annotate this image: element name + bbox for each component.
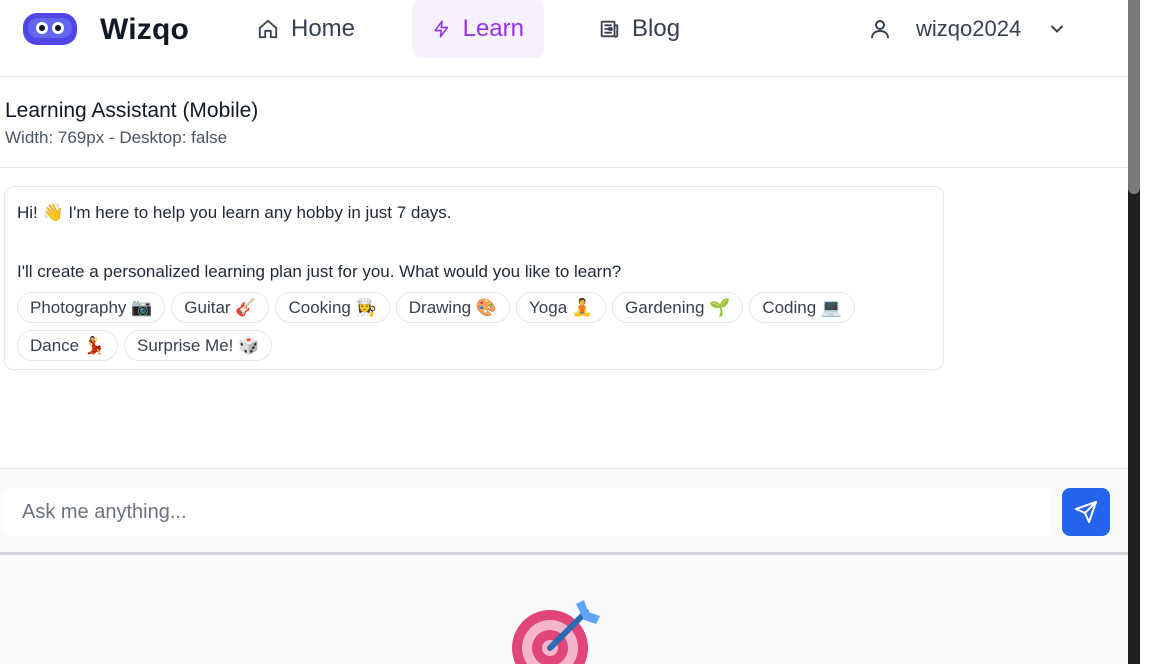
send-button[interactable] <box>1062 488 1110 536</box>
chip-drawing[interactable]: Drawing 🎨 <box>395 292 510 323</box>
scrollbar-track <box>1140 0 1151 664</box>
send-icon <box>1075 501 1097 523</box>
scrollbar-thumb[interactable] <box>1128 0 1140 194</box>
page-scrollbar[interactable] <box>1128 0 1151 664</box>
message-line: Hi! 👋 I'm here to help you learn any hob… <box>17 203 452 222</box>
target-dart-icon <box>512 600 600 664</box>
nav-learn-label: Learn <box>462 15 524 42</box>
chip-gardening[interactable]: Gardening 🌱 <box>612 292 744 323</box>
hobby-chips: Photography 📷 Guitar 🎸 Cooking 👩‍🍳 Drawi… <box>17 292 917 361</box>
robot-logo-icon[interactable] <box>22 12 78 46</box>
app-viewport: Wizqo Home Learn Blog wizqo2024 Learning… <box>0 0 1128 664</box>
chip-guitar[interactable]: Guitar 🎸 <box>171 292 270 323</box>
newspaper-icon <box>600 20 619 38</box>
nav-blog-link[interactable]: Blog <box>578 0 700 58</box>
chip-coding[interactable]: Coding 💻 <box>749 292 856 323</box>
assistant-title: Learning Assistant (Mobile) <box>5 99 259 122</box>
nav-home-link[interactable]: Home <box>237 0 375 58</box>
nav-home-label: Home <box>291 15 356 42</box>
brand-name[interactable]: Wizqo <box>100 13 189 47</box>
nav-blog-label: Blog <box>632 15 681 42</box>
user-icon <box>871 20 889 39</box>
below-content <box>0 558 1128 664</box>
user-menu[interactable]: wizqo2024 <box>868 0 1067 58</box>
username-label: wizqo2024 <box>916 16 1022 41</box>
chat-input-bar <box>0 469 1128 555</box>
chip-yoga[interactable]: Yoga 🧘 <box>516 292 607 323</box>
chip-photography[interactable]: Photography 📷 <box>17 292 166 323</box>
nav-learn-link[interactable]: Learn <box>412 0 544 58</box>
navbar: Wizqo Home Learn Blog wizqo2024 <box>0 0 1128 77</box>
chat-input[interactable] <box>4 488 1050 536</box>
bolt-icon <box>434 20 449 38</box>
chevron-down-icon[interactable] <box>1047 19 1067 39</box>
home-icon <box>258 19 278 39</box>
chat-area[interactable]: Hi! 👋 I'm here to help you learn any hob… <box>0 168 1128 469</box>
message-line: I'll create a personalized learning plan… <box>17 262 622 281</box>
chip-surprise-me[interactable]: Surprise Me! 🎲 <box>124 330 273 361</box>
assistant-message-bubble: Hi! 👋 I'm here to help you learn any hob… <box>4 186 944 370</box>
chip-dance[interactable]: Dance 💃 <box>17 330 119 361</box>
assistant-header: Learning Assistant (Mobile) Width: 769px… <box>0 77 1128 168</box>
assistant-subtitle: Width: 769px - Desktop: false <box>5 128 228 147</box>
chip-cooking[interactable]: Cooking 👩‍🍳 <box>275 292 390 323</box>
